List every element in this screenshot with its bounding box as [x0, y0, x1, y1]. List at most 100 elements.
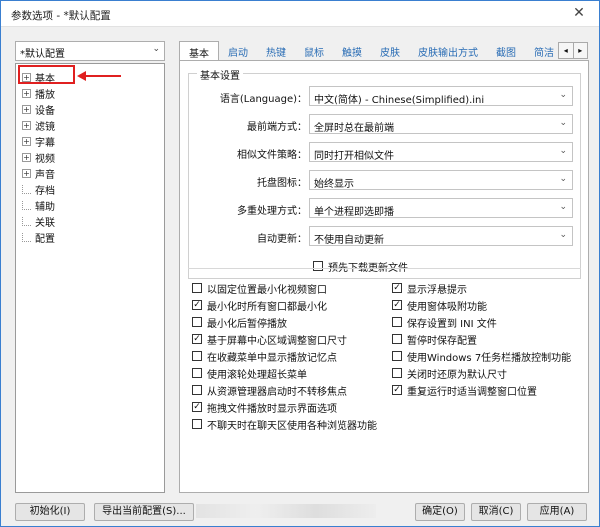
profile-value: *默认配置 [20, 49, 65, 60]
setting-label: 最前端方式： [247, 122, 307, 133]
tree-item-label: 滤镜 [35, 121, 55, 133]
setting-value: 同时打开相似文件 [314, 151, 394, 162]
option-checkbox[interactable]: ✓ 基于屏幕中心区域调整窗口尺寸 [192, 332, 347, 347]
option-checkbox[interactable]: 关闭时还原为默认尺寸 [392, 366, 507, 381]
setting-row: 托盘图标： 始终显示 ⌄ [189, 170, 582, 190]
expand-icon[interactable]: + [22, 136, 31, 146]
checkbox-box[interactable] [392, 351, 402, 361]
setting-select[interactable]: 单个进程即选即播 ⌄ [309, 198, 573, 218]
separator [188, 268, 581, 269]
option-checkbox[interactable]: 暂停时保存配置 [392, 332, 477, 347]
checkbox-label: 拖拽文件播放时显示界面选项 [207, 403, 337, 415]
expand-icon[interactable]: + [22, 88, 31, 98]
tree-item-label: 字幕 [35, 137, 55, 149]
setting-select[interactable]: 中文(简体) - Chinese(Simplified).ini ⌄ [309, 86, 573, 106]
option-checkbox[interactable]: 从资源管理器启动时不转移焦点 [192, 383, 347, 398]
tree-item[interactable]: + 播放 [22, 86, 55, 101]
checkbox-box[interactable] [392, 368, 402, 378]
option-checkbox[interactable]: 保存设置到 INI 文件 [392, 315, 497, 330]
chevron-down-icon: ⌄ [559, 174, 567, 184]
close-icon[interactable]: ✕ [569, 4, 589, 22]
apply-button[interactable]: 应用(A) [527, 503, 587, 521]
setting-select[interactable]: 同时打开相似文件 ⌄ [309, 142, 573, 162]
option-checkbox[interactable]: ✓ 显示浮悬提示 [392, 281, 467, 296]
checkbox-box[interactable]: ✓ [392, 300, 402, 310]
cancel-button[interactable]: 取消(C) [471, 503, 521, 521]
option-checkbox[interactable]: 在收藏菜单中显示播放记忆点 [192, 349, 337, 364]
option-checkbox[interactable]: 以固定位置最小化视频窗口 [192, 281, 327, 296]
checkbox-box[interactable] [192, 368, 202, 378]
expand-icon[interactable]: + [22, 120, 31, 130]
blurred-region [196, 504, 376, 518]
checkbox-box[interactable] [192, 385, 202, 395]
tab-scroll-right-icon[interactable]: ▸ [572, 43, 588, 58]
tree-item-label: 声音 [35, 169, 55, 181]
arrow-annotation-icon [77, 71, 121, 81]
checkbox-box[interactable] [313, 261, 323, 271]
checkbox-label: 使用Windows 7任务栏播放控制功能 [407, 352, 572, 364]
checkbox-box[interactable]: ✓ [192, 300, 202, 310]
option-checkbox[interactable]: ✓ 使用窗体吸附功能 [392, 298, 487, 313]
checkbox-box[interactable]: ✓ [392, 283, 402, 293]
tab-0[interactable]: 基本 [179, 41, 219, 61]
setting-label: 相似文件策略： [237, 150, 307, 161]
setting-select[interactable]: 始终显示 ⌄ [309, 170, 573, 190]
option-checkbox[interactable]: 使用Windows 7任务栏播放控制功能 [392, 349, 572, 364]
tab-6[interactable]: 皮肤输出方式 [409, 41, 487, 61]
tree-item[interactable]: + 设备 [22, 102, 55, 117]
option-checkbox[interactable]: 最小化后暂停播放 [192, 315, 287, 330]
option-checkbox[interactable]: ✓ 最小化时所有窗口都最小化 [192, 298, 327, 313]
tree-item[interactable]: 关联 [22, 214, 55, 229]
tree-item-label: 辅助 [35, 201, 55, 213]
export-config-button[interactable]: 导出当前配置(S)... [94, 503, 194, 521]
chevron-down-icon: ⌄ [559, 146, 567, 156]
basic-settings-group: 基本设置 语言(Language)： 中文(简体) - Chinese(Simpl… [188, 67, 582, 279]
expand-icon[interactable]: + [22, 104, 31, 114]
setting-select[interactable]: 不使用自动更新 ⌄ [309, 226, 573, 246]
tree-item[interactable]: + 声音 [22, 166, 55, 181]
tree-item[interactable]: + 视频 [22, 150, 55, 165]
profile-select[interactable]: *默认配置 ⌄ [15, 41, 165, 61]
expand-icon[interactable]: + [22, 152, 31, 162]
checkbox-box[interactable] [192, 419, 202, 429]
tab-8[interactable]: 简洁 [525, 41, 557, 61]
checkbox-box[interactable] [392, 334, 402, 344]
title-bar: 参数选项 - *默认配置 ✕ [1, 1, 599, 27]
preload-update-checkbox[interactable]: 预先下载更新文件 [313, 259, 408, 274]
tab-2[interactable]: 热键 [257, 41, 295, 61]
tree-item[interactable]: 配置 [22, 230, 55, 245]
tab-3[interactable]: 鼠标 [295, 41, 333, 61]
tree-item[interactable]: 辅助 [22, 198, 55, 213]
tree-item[interactable]: + 字幕 [22, 134, 55, 149]
checkbox-box[interactable]: ✓ [392, 385, 402, 395]
chevron-down-icon: ⌄ [152, 44, 160, 54]
option-checkbox[interactable]: ✓ 重复运行时适当调整窗口位置 [392, 383, 537, 398]
option-checkbox[interactable]: 使用滚轮处理超长菜单 [192, 366, 307, 381]
option-checkbox[interactable]: 不聊天时在聊天区使用各种浏览器功能 [192, 417, 377, 432]
tab-7[interactable]: 截图 [487, 41, 525, 61]
checkbox-box[interactable] [192, 317, 202, 327]
tab-scroll[interactable]: ◂ ▸ [558, 42, 588, 59]
checkbox-box[interactable] [192, 283, 202, 293]
checkbox-box[interactable]: ✓ [192, 402, 202, 412]
tab-bar: 基本 启动 热键 鼠标 触摸 皮肤 皮肤输出方式 截图 简洁 [179, 41, 557, 61]
tab-4[interactable]: 触摸 [333, 41, 371, 61]
init-button[interactable]: 初始化(I) [15, 503, 85, 521]
setting-select[interactable]: 全屏时总在最前端 ⌄ [309, 114, 573, 134]
tree-item[interactable]: 存档 [22, 182, 55, 197]
checkbox-label: 保存设置到 INI 文件 [407, 318, 497, 330]
checkbox-box[interactable]: ✓ [192, 334, 202, 344]
checkbox-label: 显示浮悬提示 [407, 284, 467, 296]
expand-icon[interactable]: + [22, 168, 31, 178]
checkbox-label: 重复运行时适当调整窗口位置 [407, 386, 537, 398]
option-checkbox[interactable]: ✓ 拖拽文件播放时显示界面选项 [192, 400, 337, 415]
tree-item[interactable]: + 滤镜 [22, 118, 55, 133]
checkbox-label: 最小化时所有窗口都最小化 [207, 301, 327, 313]
tree-item-label: 配置 [35, 233, 55, 245]
ok-button[interactable]: 确定(O) [415, 503, 465, 521]
checkbox-box[interactable] [192, 351, 202, 361]
tab-1[interactable]: 启动 [219, 41, 257, 61]
tab-scroll-left-icon[interactable]: ◂ [559, 43, 573, 58]
checkbox-box[interactable] [392, 317, 402, 327]
tab-5[interactable]: 皮肤 [371, 41, 409, 61]
